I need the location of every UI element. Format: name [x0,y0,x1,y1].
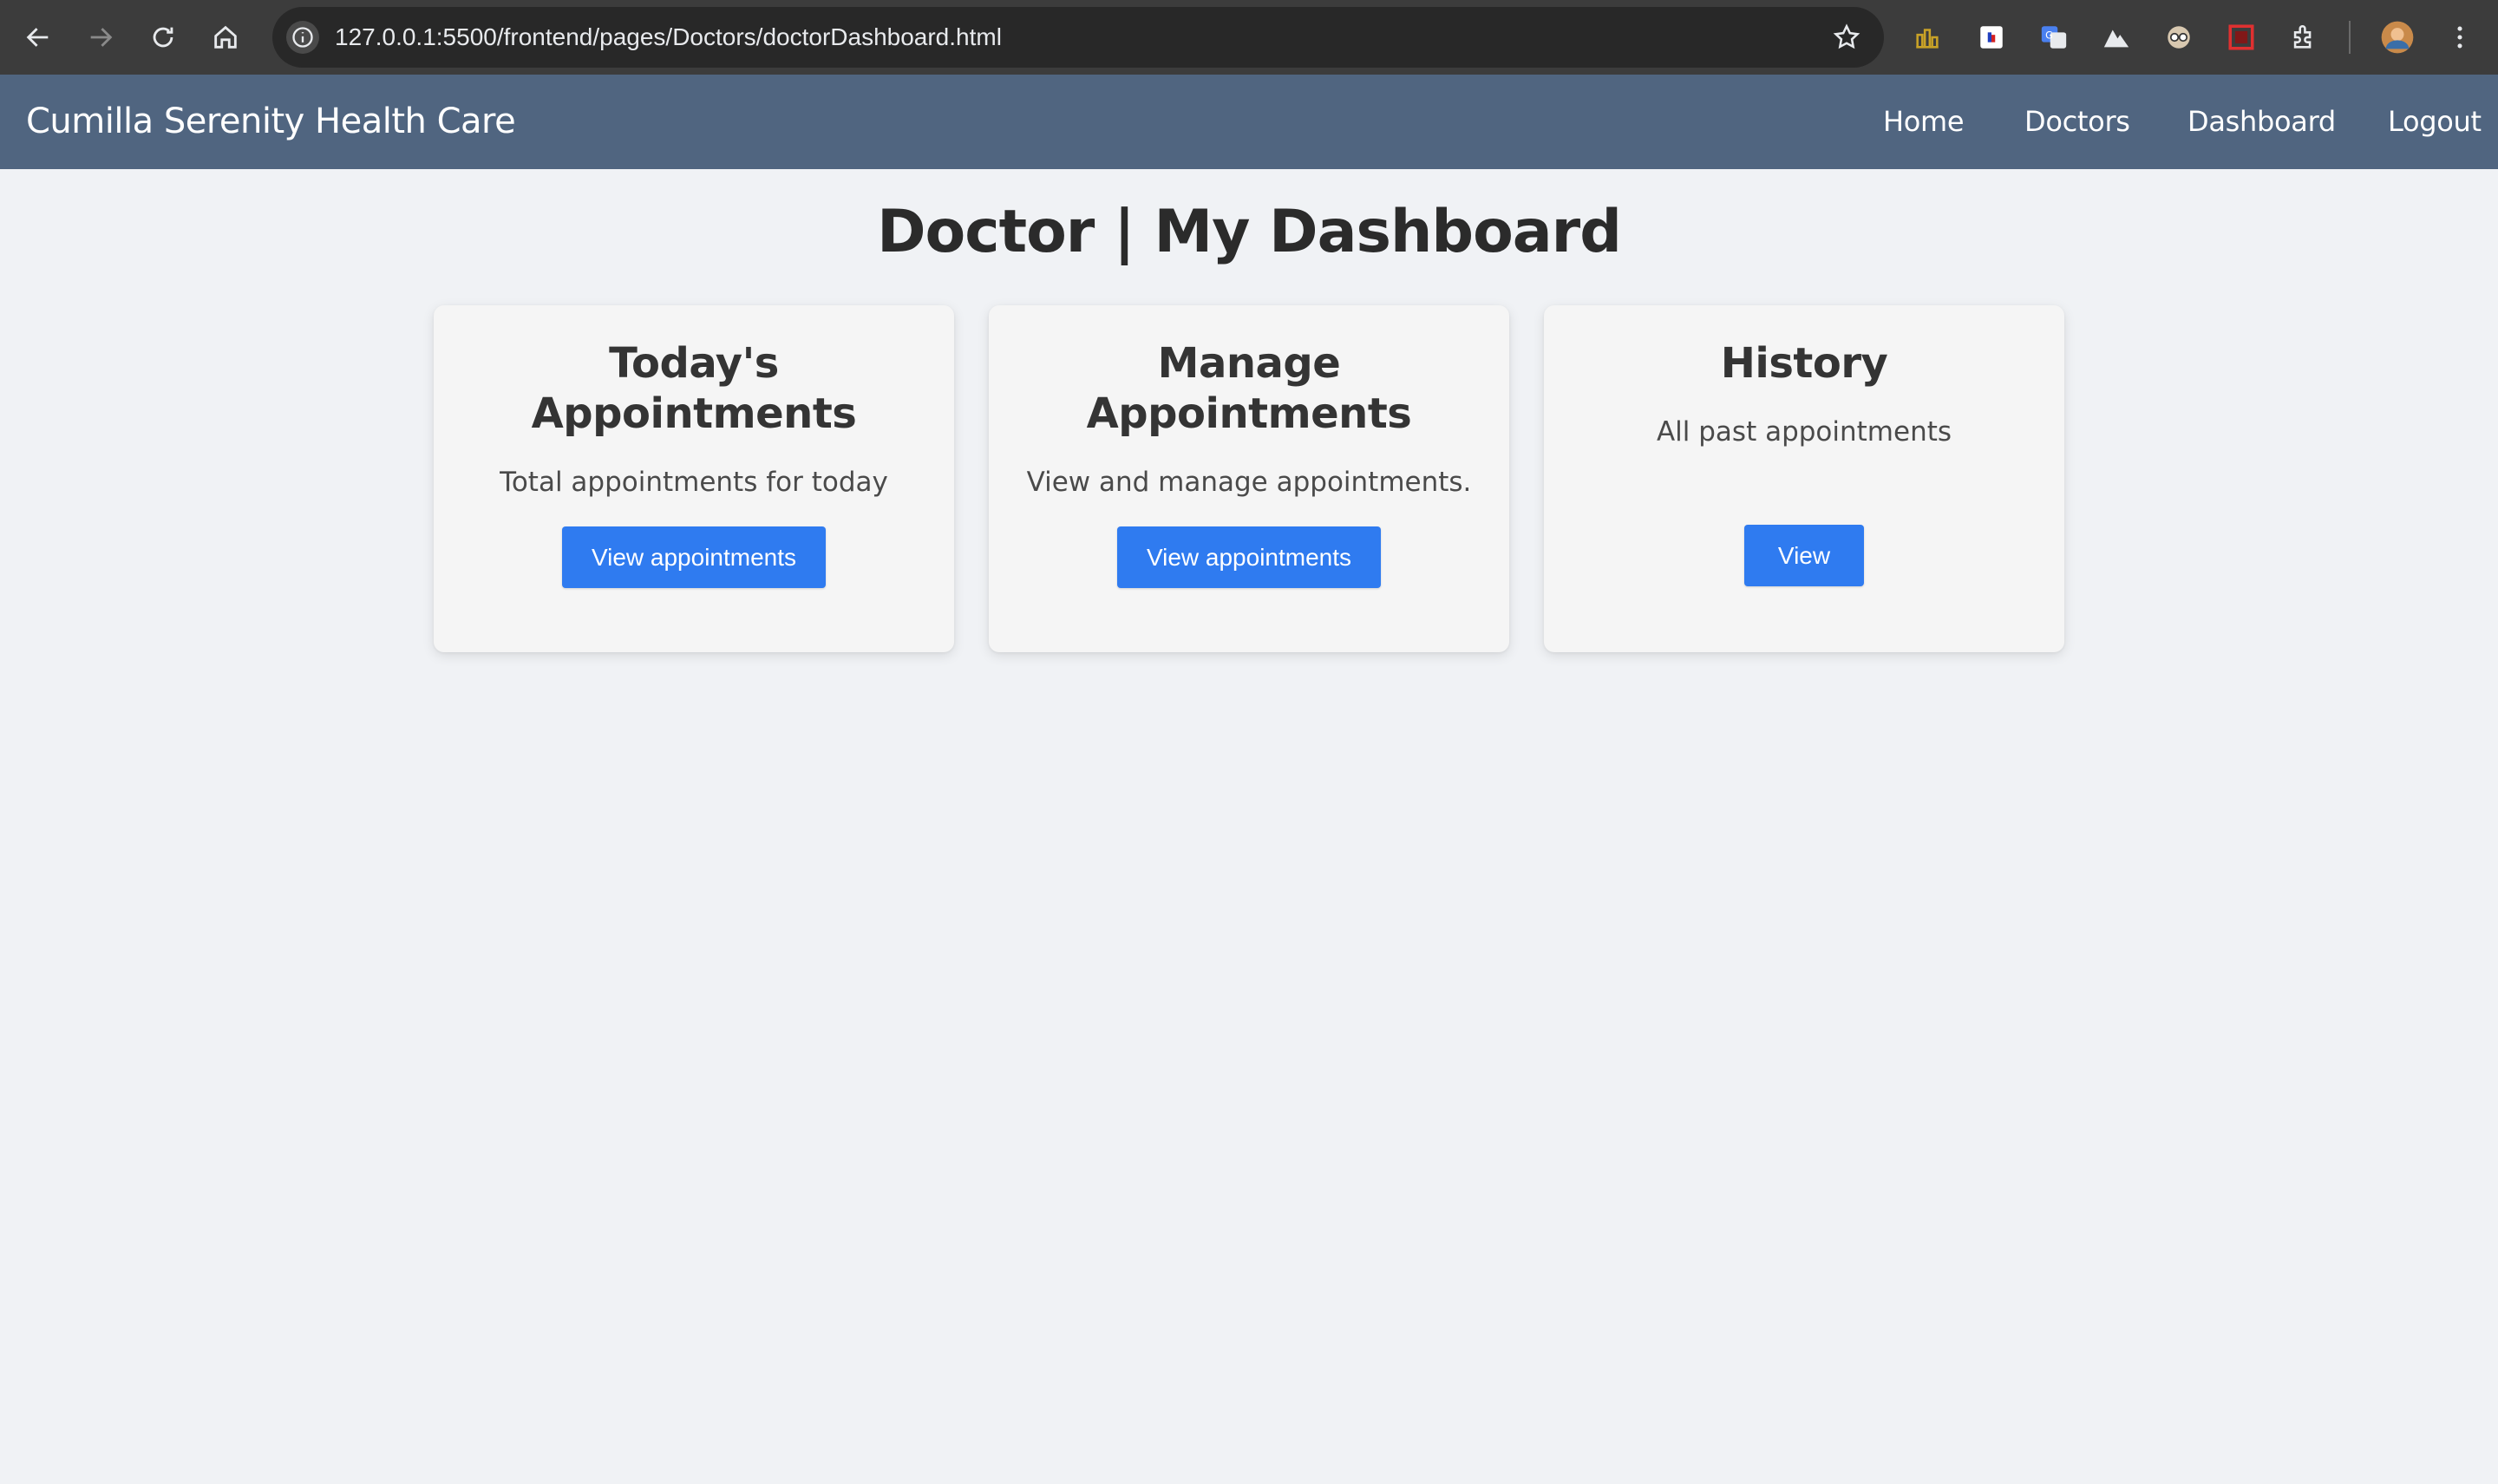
view-todays-appointments-button[interactable]: View appointments [562,526,826,588]
card-title: Today's Appointments [531,339,857,438]
view-history-button[interactable]: View [1744,525,1864,586]
card-title: History [1720,339,1888,388]
card-description: View and manage appointments. [1026,467,1472,498]
card-description: All past appointments [1656,416,1952,448]
card-history: History All past appointments View [1544,305,2064,652]
forward-icon [90,28,113,47]
page-title: Doctor | My Dashboard [877,198,1622,266]
menu-kebab-icon[interactable] [2437,15,2482,60]
home-icon [214,25,237,49]
extension-glasses-icon[interactable] [2156,15,2201,60]
extension-flag-icon[interactable] [1969,15,2014,60]
reload-icon [153,27,173,48]
card-todays-appointments: Today's Appointments Total appointments … [434,305,954,652]
card-description: Total appointments for today [500,467,888,498]
nav-link-logout[interactable]: Logout [2388,75,2482,169]
site-brand[interactable]: Cumilla Serenity Health Care [26,75,516,169]
back-icon [26,28,49,47]
extension-mountain-icon[interactable] [2094,15,2139,60]
address-bar[interactable]: 127.0.0.1:5500/frontend/pages/Doctors/do… [272,7,1884,68]
extension-red-box-icon[interactable] [2219,15,2264,60]
google-translate-icon[interactable]: G [2031,15,2076,60]
site-header: Cumilla Serenity Health Care Home Doctor… [0,75,2498,169]
url-text[interactable]: 127.0.0.1:5500/frontend/pages/Doctors/do… [335,7,1002,68]
nav-link-dashboard[interactable]: Dashboard [2187,75,2336,169]
nav-link-home[interactable]: Home [1883,75,1965,169]
back-button[interactable] [14,13,62,62]
card-title: Manage Appointments [1086,339,1412,438]
browser-toolbar: 127.0.0.1:5500/frontend/pages/Doctors/do… [0,0,2498,75]
toolbar-divider [2349,21,2351,54]
home-button[interactable] [201,13,250,62]
profile-avatar[interactable] [2375,15,2420,60]
nav-link-doctors[interactable]: Doctors [2024,75,2130,169]
forward-button[interactable] [76,13,125,62]
extensions-icon[interactable] [2281,15,2326,60]
site-info-icon[interactable] [286,21,319,54]
extension-chart-icon[interactable] [1905,15,1950,60]
view-manage-appointments-button[interactable]: View appointments [1117,526,1381,588]
reload-button[interactable] [139,13,187,62]
svg-text:G: G [2045,29,2053,41]
card-manage-appointments: Manage Appointments View and manage appo… [989,305,1509,652]
bookmark-star-icon[interactable] [1828,19,1865,56]
